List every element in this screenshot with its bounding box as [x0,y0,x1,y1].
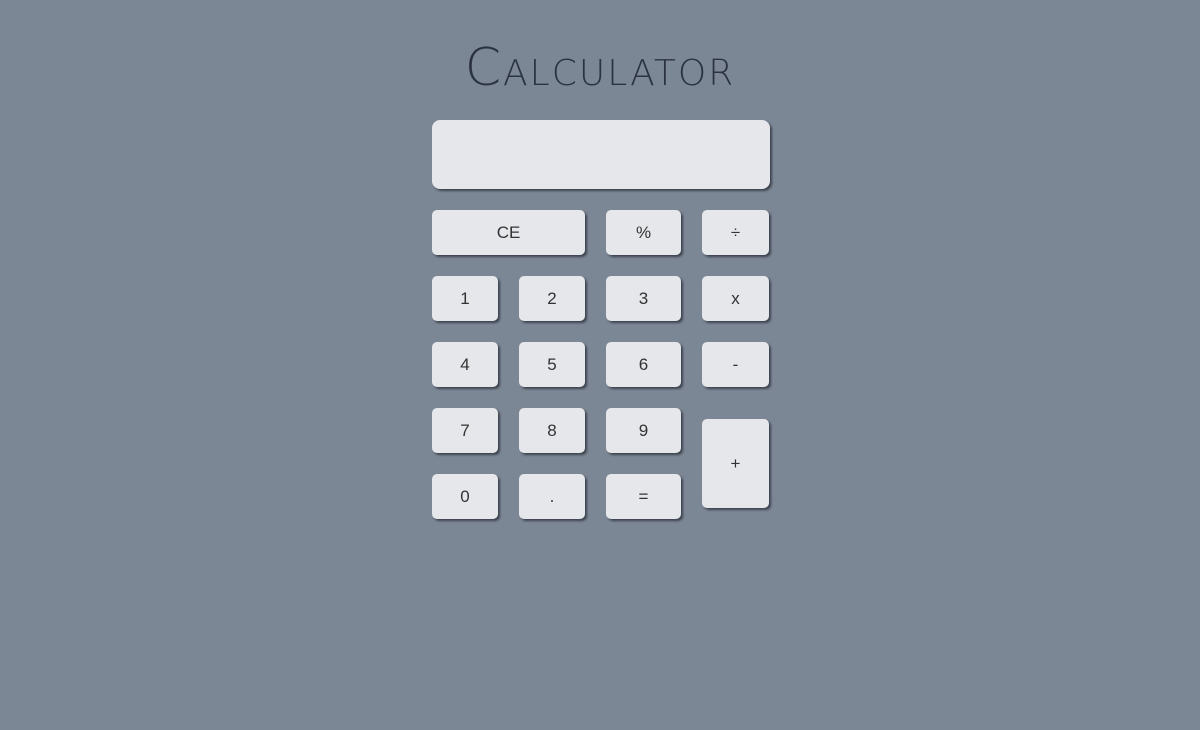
add-button[interactable]: + [702,419,769,508]
digit-2-button[interactable]: 2 [519,276,585,321]
digit-4-button[interactable]: 4 [432,342,498,387]
equals-button[interactable]: = [606,474,681,519]
digit-0-button[interactable]: 0 [432,474,498,519]
subtract-button[interactable]: - [702,342,769,387]
digit-1-button[interactable]: 1 [432,276,498,321]
multiply-button[interactable]: x [702,276,769,321]
decimal-point-button[interactable]: . [519,474,585,519]
digit-6-button[interactable]: 6 [606,342,681,387]
calculator-display [432,120,770,189]
app-title: Calculator [464,38,736,98]
clear-entry-button[interactable]: CE [432,210,585,255]
digit-7-button[interactable]: 7 [432,408,498,453]
digit-8-button[interactable]: 8 [519,408,585,453]
digit-5-button[interactable]: 5 [519,342,585,387]
percent-button[interactable]: % [606,210,681,255]
digit-3-button[interactable]: 3 [606,276,681,321]
digit-9-button[interactable]: 9 [606,408,681,453]
divide-button[interactable]: ÷ [702,210,769,255]
